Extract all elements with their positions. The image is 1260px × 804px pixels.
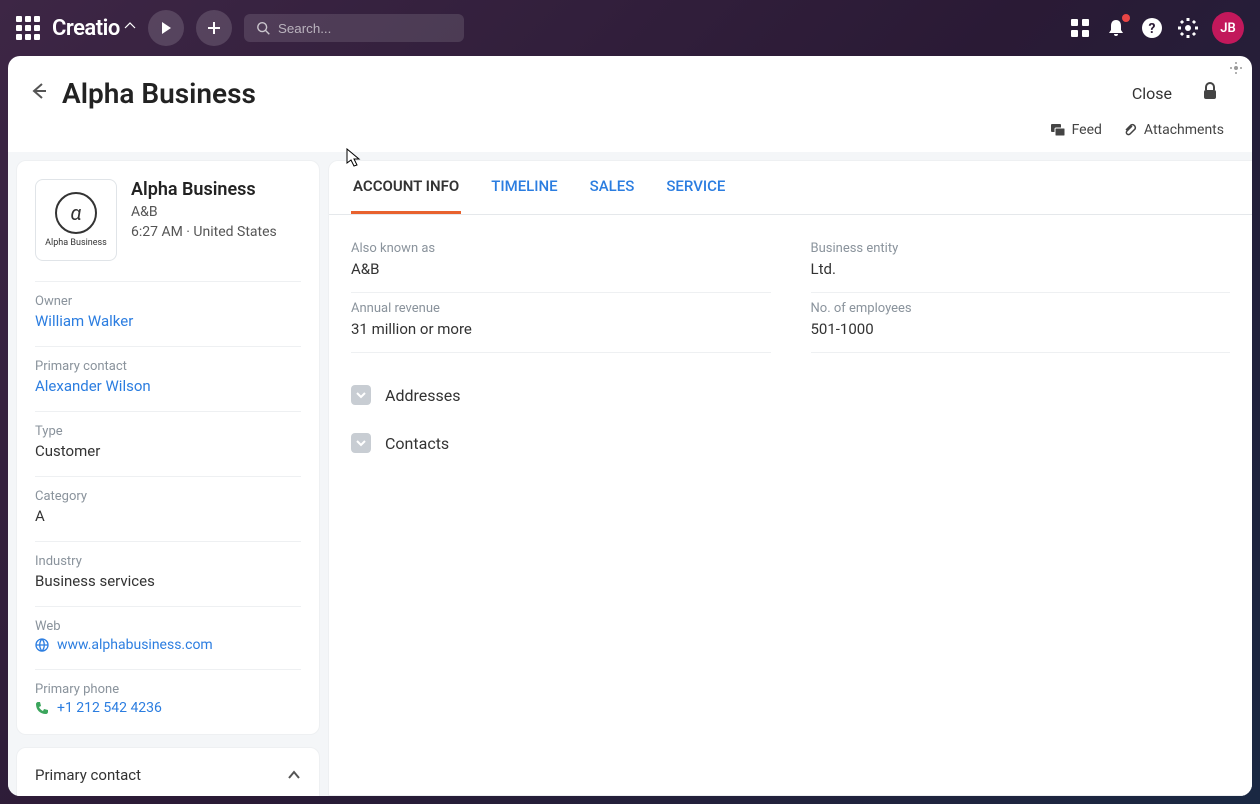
add-button[interactable] <box>196 10 232 46</box>
globe-icon <box>35 638 49 652</box>
web-value[interactable]: www.alphabusiness.com <box>57 637 213 653</box>
feed-icon <box>1050 122 1066 138</box>
contacts-section-label: Contacts <box>385 434 449 453</box>
primary-contact-card: Primary contact Alexander Wilson 11/5/19… <box>16 747 320 796</box>
phone-icon <box>35 701 49 715</box>
lock-icon <box>1202 82 1218 100</box>
panel-settings-icon[interactable] <box>1230 62 1242 78</box>
settings-icon[interactable] <box>1176 16 1200 40</box>
tab-service[interactable]: SERVICE <box>664 161 727 214</box>
attachments-label: Attachments <box>1144 122 1224 138</box>
tab-account-info[interactable]: ACCOUNT INFO <box>351 161 461 214</box>
tab-timeline[interactable]: TIMELINE <box>489 161 559 214</box>
notifications-icon[interactable] <box>1104 16 1128 40</box>
chevron-down-icon <box>351 385 371 405</box>
primary-contact-label: Primary contact <box>35 359 301 374</box>
primary-contact-value[interactable]: Alexander Wilson <box>35 377 301 395</box>
apps-menu-icon[interactable] <box>16 16 40 40</box>
attachments-button[interactable]: Attachments <box>1122 122 1224 138</box>
revenue-label: Annual revenue <box>351 301 771 316</box>
arrow-left-icon <box>28 81 48 101</box>
phone-label: Primary phone <box>35 682 301 697</box>
primary-contact-toggle[interactable]: Primary contact <box>35 766 301 784</box>
global-search[interactable] <box>244 14 464 42</box>
entity-value[interactable]: Ltd. <box>811 260 1231 278</box>
help-icon[interactable]: ? <box>1140 16 1164 40</box>
close-button[interactable]: Close <box>1122 78 1182 109</box>
chevron-down-icon <box>351 433 371 453</box>
employees-label: No. of employees <box>811 301 1231 316</box>
owner-value[interactable]: William Walker <box>35 312 301 330</box>
revenue-value[interactable]: 31 million or more <box>351 320 771 338</box>
search-icon <box>256 20 270 36</box>
type-value: Customer <box>35 442 301 460</box>
attachment-icon <box>1122 122 1138 138</box>
play-icon <box>159 21 173 35</box>
feed-button[interactable]: Feed <box>1050 122 1102 138</box>
play-button[interactable] <box>148 10 184 46</box>
web-label: Web <box>35 619 301 634</box>
addresses-section-label: Addresses <box>385 386 461 405</box>
search-input[interactable] <box>278 21 452 36</box>
category-value: A <box>35 507 301 525</box>
account-alias: A&B <box>131 204 277 220</box>
chevron-up-icon <box>287 768 301 782</box>
industry-value: Business services <box>35 572 301 590</box>
addresses-section-toggle[interactable]: Addresses <box>329 371 1252 419</box>
aka-value[interactable]: A&B <box>351 260 771 278</box>
feed-label: Feed <box>1072 122 1102 138</box>
contacts-section-toggle[interactable]: Contacts <box>329 419 1252 467</box>
notification-dot-icon <box>1122 14 1130 22</box>
employees-value[interactable]: 501-1000 <box>811 320 1231 338</box>
back-button[interactable] <box>28 81 48 105</box>
app-logo[interactable]: Creatio <box>52 16 136 41</box>
account-logo[interactable]: α Alpha Business <box>35 179 117 261</box>
account-name: Alpha Business <box>131 179 277 200</box>
account-summary-card: α Alpha Business Alpha Business A&B 6:27… <box>16 160 320 735</box>
svg-text:?: ? <box>1149 21 1156 37</box>
entity-label: Business entity <box>811 241 1231 256</box>
plus-icon <box>207 21 221 35</box>
aka-label: Also known as <box>351 241 771 256</box>
primary-contact-section-title: Primary contact <box>35 766 141 784</box>
apps-switcher-icon[interactable] <box>1068 16 1092 40</box>
owner-label: Owner <box>35 294 301 309</box>
type-label: Type <box>35 424 301 439</box>
logo-glyph-icon <box>124 22 136 34</box>
user-avatar[interactable]: JB <box>1212 12 1244 44</box>
lock-button[interactable] <box>1196 76 1224 110</box>
category-label: Category <box>35 489 301 504</box>
industry-label: Industry <box>35 554 301 569</box>
tab-sales[interactable]: SALES <box>588 161 637 214</box>
page-title: Alpha Business <box>62 77 256 110</box>
phone-value[interactable]: +1 212 542 4236 <box>57 700 162 716</box>
account-time-location: 6:27 AM · United States <box>131 224 277 240</box>
